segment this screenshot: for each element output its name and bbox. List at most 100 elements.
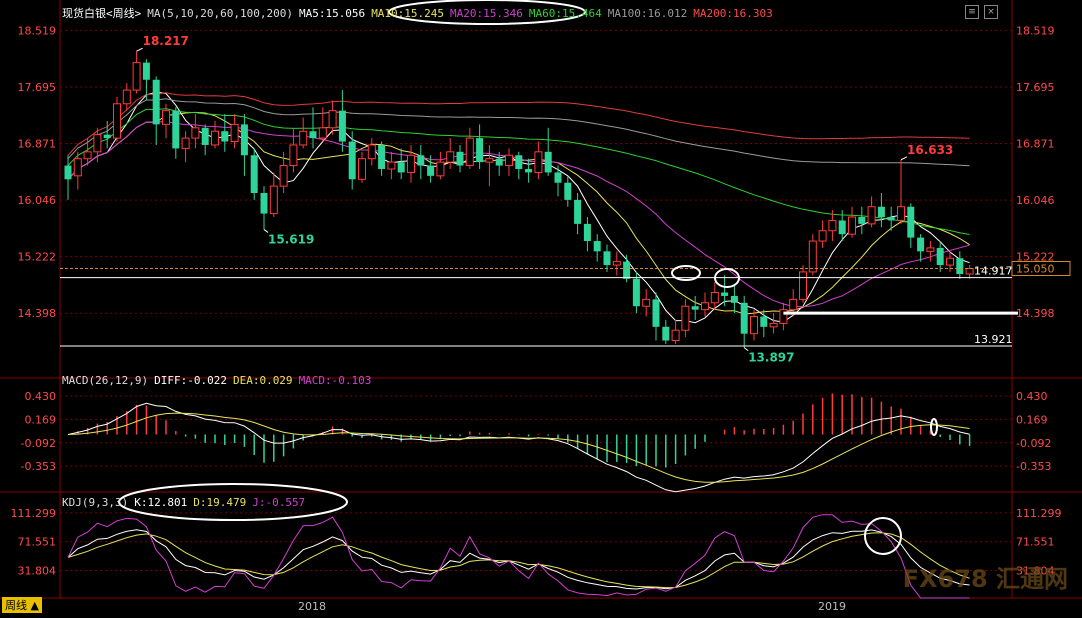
candle-body: [760, 316, 768, 327]
macd-diff-line: [67, 402, 970, 493]
kdj-k-line: [67, 529, 970, 590]
candle-body: [456, 151, 464, 166]
candle-body: [279, 165, 288, 187]
candle-body: [83, 151, 92, 160]
period-label: 周线: [5, 599, 27, 612]
candle-body: [848, 216, 856, 235]
candle-body: [564, 182, 572, 200]
candle-body: [877, 206, 885, 218]
ma5-line: [67, 91, 970, 324]
candle-body: [230, 123, 239, 143]
candle-body: [730, 295, 738, 303]
candle-body: [681, 305, 690, 331]
candle-body: [867, 206, 876, 225]
candle-body: [221, 131, 229, 142]
ma200-value: MA200:16.303: [693, 7, 773, 20]
ma5-value: MA5:15.056: [298, 7, 366, 20]
candle-body: [436, 161, 445, 177]
year-label-2018: 2018: [298, 600, 326, 613]
chart-stage: 14.917 13.921 15.050 18.217 15.619 16.633 13.8…: [0, 0, 1082, 614]
candle-body: [465, 137, 474, 167]
y-tick-label-right: 16.871: [1016, 138, 1055, 151]
candle-body: [897, 206, 905, 221]
candle-body: [211, 130, 219, 146]
chart-settings-icon[interactable]: ≡: [965, 5, 979, 19]
candle-body: [593, 241, 601, 252]
candle-body: [623, 261, 631, 279]
macd-title: MACD(26,12,9): [62, 374, 149, 387]
y-tick-label-left: 15.222: [18, 251, 57, 264]
candle-body: [554, 172, 562, 183]
candle-body: [838, 220, 846, 235]
candle-body: [926, 247, 935, 252]
y-tick-label-left: 16.046: [18, 194, 57, 207]
candle-body: [446, 151, 455, 163]
y-tick-label-left: 31.804: [18, 565, 57, 578]
kdj-header: KDJ(9,3,3) K:12.801 D:19.479 J:-0.557: [62, 496, 311, 509]
candle-body: [318, 127, 327, 139]
candle-body: [269, 185, 278, 215]
candle-body: [574, 199, 582, 224]
candle-body: [260, 193, 268, 214]
candle-body: [181, 137, 190, 149]
ma-title: MA(5,10,20,60,100,200): [147, 7, 293, 20]
kdj-j: J:-0.557: [252, 496, 306, 509]
candle-body: [721, 292, 729, 296]
candle-body: [299, 130, 308, 146]
candle-body: [525, 168, 533, 173]
macd-value: MACD:-0.103: [298, 374, 372, 387]
y-tick-label-left: 16.871: [18, 138, 57, 151]
candle-body: [378, 144, 386, 169]
extreme-value-label: 16.633: [907, 143, 953, 157]
candle-body: [887, 217, 895, 221]
candle-body: [710, 292, 719, 304]
candle-body: [808, 240, 817, 273]
candle-body: [73, 158, 82, 177]
y-tick-label-left: 14.398: [18, 307, 57, 320]
current-price-label: 15.050: [1016, 262, 1055, 275]
y-tick-label-left: 17.695: [18, 81, 57, 94]
highlight-ellipse: [930, 418, 938, 436]
y-tick-label-right: 111.299: [1016, 507, 1062, 520]
candle-body: [515, 155, 523, 169]
candle-body: [103, 134, 111, 139]
y-tick-label-left: 18.519: [18, 24, 57, 37]
candle-body: [485, 158, 494, 163]
candle-body: [113, 103, 121, 139]
candle-body: [348, 141, 356, 180]
candle-body: [965, 267, 974, 275]
y-tick-label-left: 111.299: [11, 507, 57, 520]
candle-body: [769, 322, 778, 328]
candle-body: [740, 302, 748, 334]
candle-body: [662, 326, 670, 341]
main-header: 现货白银<周线> MA(5,10,20,60,100,200) MA5:15.056…: [62, 5, 779, 21]
candle-body: [544, 151, 552, 173]
ma100-value: MA100:16.012: [607, 7, 688, 20]
instrument-title: 现货白银<周线>: [62, 7, 142, 20]
candle-body: [162, 110, 170, 125]
macd-dea-line: [67, 412, 970, 483]
candle-body: [64, 165, 72, 180]
candle-body: [917, 237, 925, 252]
candle-body: [122, 89, 131, 105]
extreme-value-label: 18.217: [143, 34, 189, 48]
y-tick-label-right: 18.519: [1016, 24, 1055, 37]
period-tab[interactable]: 周线 ▲: [2, 597, 42, 613]
candle-body: [427, 165, 435, 176]
candle-body: [612, 261, 621, 266]
candle-body: [828, 219, 837, 232]
chart-close-icon[interactable]: ×: [984, 5, 998, 19]
support-line-upper-label: 14.917: [974, 265, 1013, 278]
y-tick-label-left: 0.430: [25, 390, 57, 403]
candle-body: [936, 247, 944, 266]
y-tick-label-right: 71.551: [1016, 536, 1055, 549]
candle-body: [505, 154, 513, 167]
chart-svg: 14.917 13.921 15.050 18.217 15.619 16.633 13.8…: [0, 0, 1082, 599]
year-label-2019: 2019: [818, 600, 846, 613]
candle-body: [691, 306, 699, 310]
y-tick-label-right: -0.353: [1016, 460, 1051, 473]
y-tick-label-right: -0.092: [1016, 437, 1051, 450]
candle-body: [407, 154, 415, 173]
candle-body: [201, 127, 209, 145]
watermark-logo: FX678 汇通网: [902, 565, 1068, 593]
